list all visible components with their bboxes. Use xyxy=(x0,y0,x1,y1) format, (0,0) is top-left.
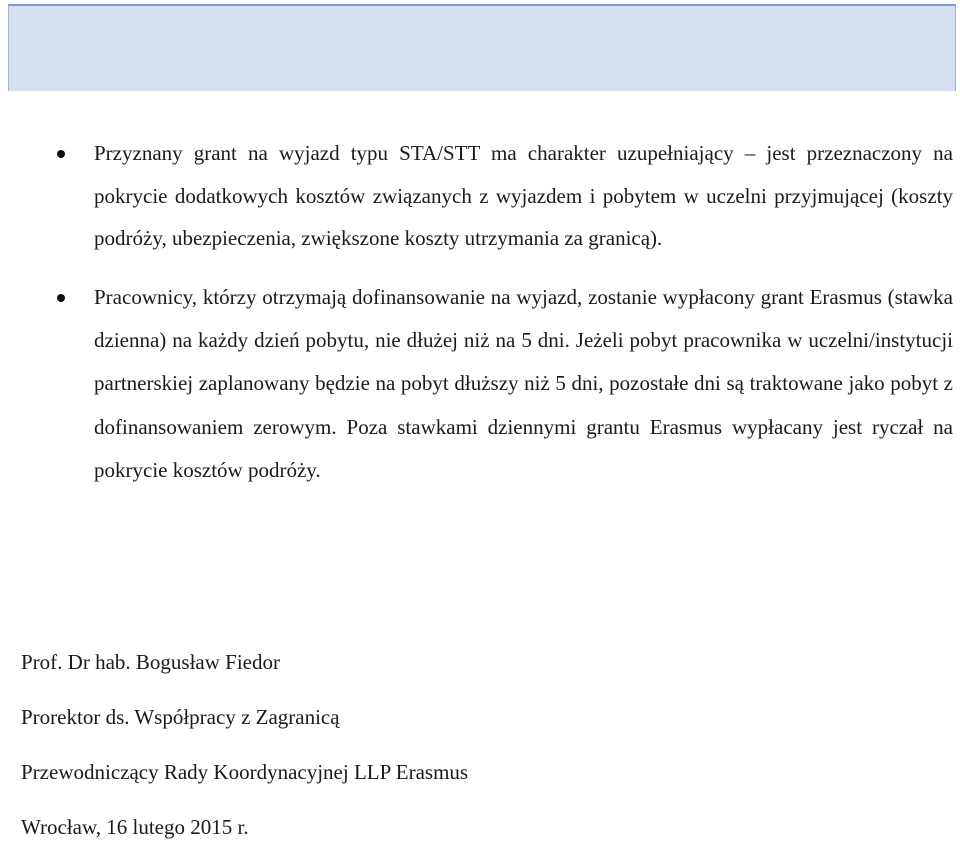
header-band xyxy=(8,4,956,91)
signature-position: Prorektor ds. Współpracy z Zagranicą xyxy=(21,705,340,729)
place-and-date: Wrocław, 16 lutego 2015 r. xyxy=(21,815,249,839)
bullet-item-staff-grant: Pracownicy, którzy otrzymają dofinansowa… xyxy=(57,276,953,493)
bullet-text: Pracownicy, którzy otrzymają dofinansowa… xyxy=(94,284,953,483)
bullet-item-grant-purpose: Przyznany grant na wyjazd typu STA/STT m… xyxy=(57,132,953,260)
bullet-text: Przyznany grant na wyjazd typu STA/STT m… xyxy=(94,141,953,250)
bullet-list: Przyznany grant na wyjazd typu STA/STT m… xyxy=(0,132,960,493)
signature-role: Przewodniczący Rady Koordynacyjnej LLP E… xyxy=(21,760,469,784)
bullet-dot-icon xyxy=(57,293,65,302)
bullet-dot-icon xyxy=(57,150,65,158)
signature-name: Prof. Dr hab. Bogusław Fiedor xyxy=(21,650,280,674)
